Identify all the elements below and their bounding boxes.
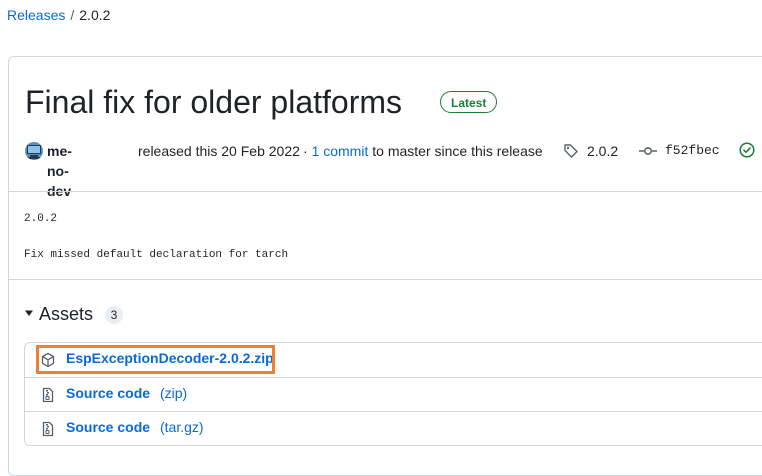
asset-link-espexceptiondecoder[interactable]: EspExceptionDecoder-2.0.2.zip (66, 350, 274, 366)
breadcrumb-current: 2.0.2 (79, 7, 111, 23)
breadcrumb-separator: / (70, 7, 75, 23)
release-notes-version: 2.0.2 (24, 213, 58, 225)
asset-link-source-targz[interactable]: Source code (66, 419, 150, 435)
release-notes-text: Fix missed default declaration for tarch (24, 249, 289, 261)
tag-label: 2.0.2 (587, 143, 619, 159)
commits-link[interactable]: 1 commit (312, 143, 369, 159)
asset-link-source-zip[interactable]: Source code (66, 385, 150, 401)
commits-bullet: · (303, 143, 308, 159)
file-zip-icon (42, 387, 54, 403)
asset-sub-zip: (zip) (160, 385, 188, 401)
tag-icon (564, 144, 578, 158)
assets-label: Assets (39, 304, 94, 324)
latest-badge: Latest (440, 91, 498, 113)
author-link[interactable]: me-no-dev (47, 141, 72, 201)
asset-row: Source code (zip) (25, 377, 762, 411)
avatar[interactable] (25, 142, 43, 160)
asset-row: EspExceptionDecoder-2.0.2.zip (25, 343, 762, 377)
file-zip-icon (42, 421, 54, 437)
release-title: Final fix for older platforms (25, 84, 403, 120)
breadcrumb: Releases /2.0.2 (7, 6, 110, 24)
caret-down-icon (25, 310, 33, 316)
package-icon (41, 352, 55, 368)
release-card: Final fix for older platforms Latest me-… (8, 56, 762, 476)
git-commit-icon (639, 147, 657, 155)
breadcrumb-releases-link[interactable]: Releases (7, 7, 65, 23)
commits-suffix: to master since this release (372, 143, 543, 159)
release-date-text: released this 20 Feb 2022 (138, 143, 300, 159)
assets-count: 3 (105, 306, 123, 324)
commit-sha: f52fbec (665, 143, 720, 158)
commits-info: · 1 commit to master since this release (303, 141, 543, 161)
asset-list: EspExceptionDecoder-2.0.2.zip Source cod… (24, 342, 762, 446)
divider (9, 279, 762, 280)
asset-sub-targz: (tar.gz) (160, 419, 204, 435)
verified-check-icon[interactable] (739, 142, 755, 158)
asset-row: Source code (tar.gz) (25, 411, 762, 445)
divider (9, 191, 762, 192)
